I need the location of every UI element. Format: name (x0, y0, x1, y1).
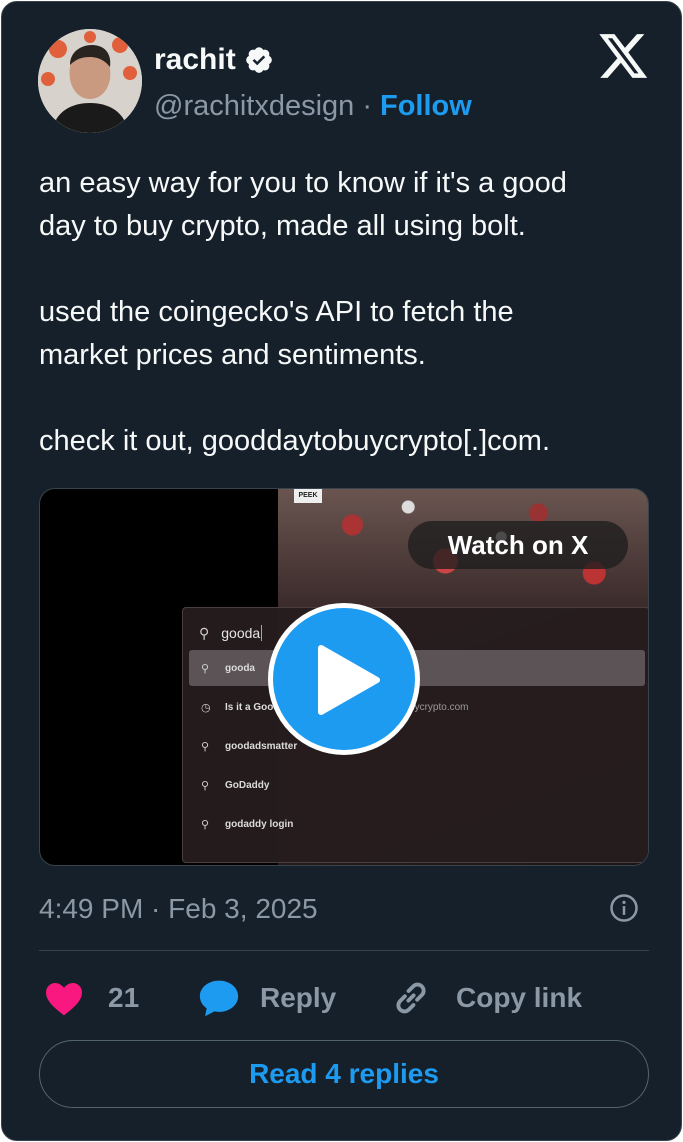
suggestion-text: GoDaddy (225, 779, 270, 791)
follow-button[interactable]: Follow (380, 90, 472, 123)
search-icon: ⚲ (201, 740, 210, 753)
search-icon: ⚲ (199, 624, 210, 641)
reply-button[interactable]: Reply (198, 976, 336, 1020)
author-handle[interactable]: @rachitxdesign (154, 90, 354, 123)
verified-badge-icon (245, 47, 272, 73)
play-icon (318, 645, 380, 715)
suggestion-text: goodadsmatter (225, 740, 298, 752)
suggestion-item: ⚲ goodadsmatter (189, 728, 645, 764)
link-icon (396, 982, 426, 1014)
search-icon: ⚲ (201, 662, 210, 675)
play-button[interactable] (268, 603, 420, 755)
tweet-paragraph: used the coingecko's API to fetch the ma… (39, 296, 514, 371)
reply-bubble-icon (199, 980, 239, 1017)
search-dropdown-preview: ⚲ gooda ⚲ gooda ◷ Is it a Good ddaytobuy… (182, 607, 648, 863)
tweet-text: an easy way for you to know if it's a go… (39, 162, 659, 463)
heart-icon (46, 982, 82, 1016)
copy-link-button[interactable]: Copy link (390, 976, 582, 1020)
suggestion-item: ⚲ godaddy login (189, 806, 645, 842)
tweet-paragraph: an easy way for you to know if it's a go… (39, 167, 567, 242)
author-name[interactable]: rachit (154, 43, 236, 77)
reply-label: Reply (260, 982, 337, 1013)
avatar[interactable] (38, 29, 142, 133)
suggestion-text: gooda (225, 662, 255, 674)
tweet-card: rachit @rachitxdesign · Follow an easy w… (1, 1, 682, 1141)
copy-link-label: Copy link (456, 982, 583, 1013)
like-button[interactable]: 21 (44, 976, 139, 1020)
suggestion-item: ⚲ GoDaddy (189, 767, 645, 803)
search-icon: ⚲ (201, 779, 210, 792)
history-icon: ◷ (201, 701, 211, 714)
separator-dot: · (362, 89, 372, 122)
tweet-timestamp[interactable]: 4:49 PM · Feb 3, 2025 (39, 890, 318, 928)
search-icon: ⚲ (201, 818, 210, 831)
x-logo-icon[interactable] (599, 34, 649, 80)
author-handle-row: @rachitxdesign · Follow (154, 86, 472, 126)
peek-tag: PEEK (294, 489, 322, 503)
read-replies-button[interactable]: Read 4 replies (39, 1040, 649, 1108)
divider (39, 950, 649, 951)
text-caret (261, 625, 263, 641)
watch-on-x-button[interactable]: Watch on X (408, 521, 628, 569)
author-name-row: rachit (154, 40, 274, 80)
search-query: gooda (221, 625, 261, 641)
like-count: 21 (108, 982, 140, 1013)
search-query-row: ⚲ gooda (199, 620, 263, 646)
suggestion-text: godaddy login (225, 818, 294, 830)
tweet-paragraph: check it out, gooddaytobuycrypto[.]com. (39, 425, 550, 457)
video-thumbnail[interactable]: PEEK ⚲ gooda ⚲ gooda ◷ Is it a Good dday… (39, 488, 649, 866)
info-icon[interactable] (609, 893, 639, 923)
